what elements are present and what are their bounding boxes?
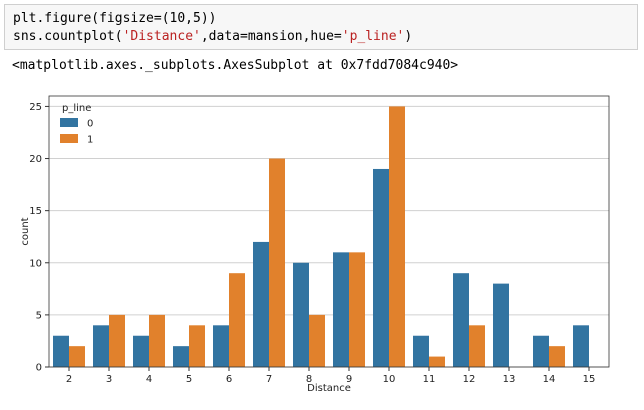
bar — [269, 158, 285, 367]
x-tick-label: 12 — [463, 374, 476, 385]
y-tick-label: 20 — [29, 154, 42, 165]
legend-label: 1 — [87, 135, 93, 146]
bar — [173, 346, 189, 367]
legend-swatch — [60, 118, 78, 127]
bar — [429, 356, 445, 367]
bar — [69, 346, 85, 367]
axes-frame — [48, 95, 610, 368]
bar — [253, 241, 269, 367]
bar — [309, 314, 325, 367]
x-tick-label: 10 — [383, 374, 396, 385]
bar — [109, 314, 125, 367]
x-tick-label: 13 — [503, 374, 516, 385]
bar — [213, 325, 229, 367]
x-tick-label: 2 — [66, 374, 72, 385]
x-axis-label: Distance — [307, 383, 351, 394]
bar — [149, 314, 165, 367]
bar — [453, 273, 469, 367]
bar — [573, 325, 589, 367]
bar — [293, 262, 309, 367]
x-tick-label: 14 — [543, 374, 556, 385]
y-axis-label: count — [20, 217, 31, 245]
bar — [373, 168, 389, 367]
x-tick-label: 4 — [146, 374, 152, 385]
bar — [533, 335, 549, 367]
countplot-chart: 05101520252 3 4 5 6 7 8 9 10 11 12 13 14 15Distanceco… — [20, 95, 610, 394]
x-tick-label: 5 — [186, 374, 192, 385]
legend-title: p_line — [62, 103, 91, 114]
bar — [229, 273, 245, 367]
bar — [53, 335, 69, 367]
bar — [549, 346, 565, 367]
y-tick-label: 5 — [36, 310, 42, 321]
y-tick-label: 10 — [29, 258, 42, 269]
bar — [333, 252, 349, 367]
legend-swatch — [60, 134, 78, 143]
x-tick-label: 7 — [266, 374, 272, 385]
bar — [493, 283, 509, 367]
x-tick-label: 3 — [106, 374, 112, 385]
x-tick-label: 6 — [226, 374, 232, 385]
bar — [469, 325, 485, 367]
y-tick-label: 25 — [29, 102, 42, 113]
bar — [389, 106, 405, 367]
bar — [133, 335, 149, 367]
x-tick-label: 15 — [583, 374, 596, 385]
bar — [349, 252, 365, 367]
bar — [189, 325, 205, 367]
y-tick-label: 15 — [29, 206, 42, 217]
y-tick-label: 0 — [36, 363, 42, 374]
x-tick-label: 11 — [423, 374, 436, 385]
legend-label: 0 — [87, 119, 93, 130]
bar — [413, 335, 429, 367]
bar — [93, 325, 109, 367]
